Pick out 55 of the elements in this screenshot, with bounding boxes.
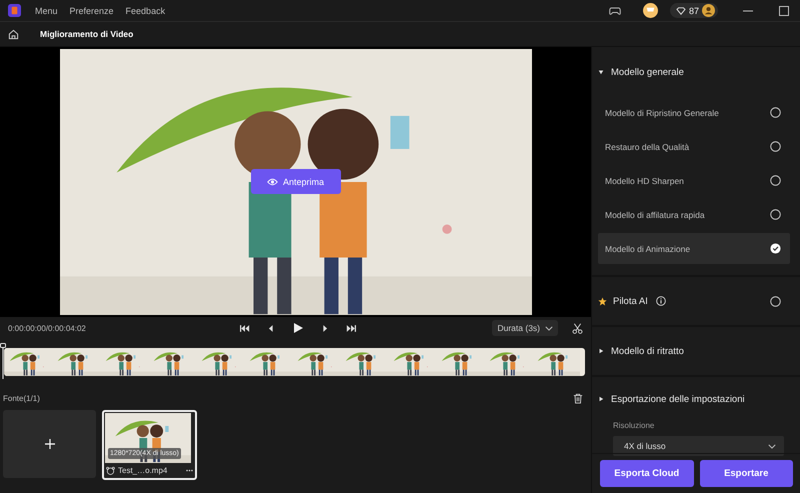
controller-icon[interactable] [608,4,621,16]
plus-icon [44,439,54,449]
export-button[interactable]: Esportare [700,460,793,487]
check-circle-icon [770,243,781,254]
timecode: 0:00:00:00/0:00:04:02 [8,324,86,332]
section-header[interactable]: Modello di ritratto [598,327,790,375]
eye-icon [266,178,278,186]
model-option[interactable]: Modello di Ripristino Generale [598,97,790,128]
chevron-down-icon [768,444,776,448]
resolution-dropdown[interactable]: 4X di lusso [613,436,784,456]
section-header[interactable]: Esportazione delle impostazioni [598,377,790,421]
bear-icon [106,466,115,474]
avatar-icon [702,4,715,17]
source-title: Fonte(1/1) [3,394,40,403]
radio-icon [770,107,781,118]
export-button[interactable]: Esporta Cloud [600,460,694,487]
radio-icon [770,296,781,306]
caret-icon [598,396,604,402]
home-icon[interactable] [8,28,19,40]
more-icon[interactable] [186,468,193,472]
file-name: Test_…o.mp4 [118,466,168,474]
model-option[interactable]: Restauro della Qualità [598,131,790,162]
radio-icon [770,141,781,152]
credits-badge[interactable]: 87 [670,3,718,18]
model-option[interactable]: Modello di affilatura rapida [598,199,790,230]
scissors-icon[interactable] [572,322,583,334]
app-logo-icon [8,4,21,17]
skip-back-icon[interactable] [240,324,250,332]
trash-icon[interactable] [573,393,583,404]
page-title: Miglioramento di Video [40,29,134,39]
chevron-down-icon [545,326,553,330]
model-option[interactable]: Modello di Animazione [598,233,790,264]
info-icon [656,296,666,306]
model-option[interactable]: Modello HD Sharpen [598,165,790,196]
caret-icon [598,348,604,354]
menu-item[interactable]: Menu [35,6,58,16]
play-icon[interactable] [292,322,304,334]
preview-button[interactable]: Anteprima [250,169,340,194]
duration-dropdown[interactable]: Durata (3s) [492,320,558,336]
star-icon [598,296,607,306]
skip-forward-icon[interactable] [346,324,356,332]
filmstrip[interactable] [4,348,585,376]
resolution-caption: Risoluzione [612,421,656,430]
cart-icon[interactable] [642,3,658,18]
radio-icon [770,209,781,220]
diamond-icon [676,6,686,14]
pilot-option[interactable]: Pilota AI [598,277,790,325]
menu-item[interactable]: Feedback [126,6,166,16]
playhead[interactable] [0,343,6,379]
credits-count: 87 [688,6,699,16]
maximize-icon[interactable] [778,4,790,16]
section-header[interactable]: Modello generale [598,47,790,97]
radio-icon [770,175,781,186]
menu-item[interactable]: Preferenze [70,6,114,16]
caret-icon [598,69,604,75]
